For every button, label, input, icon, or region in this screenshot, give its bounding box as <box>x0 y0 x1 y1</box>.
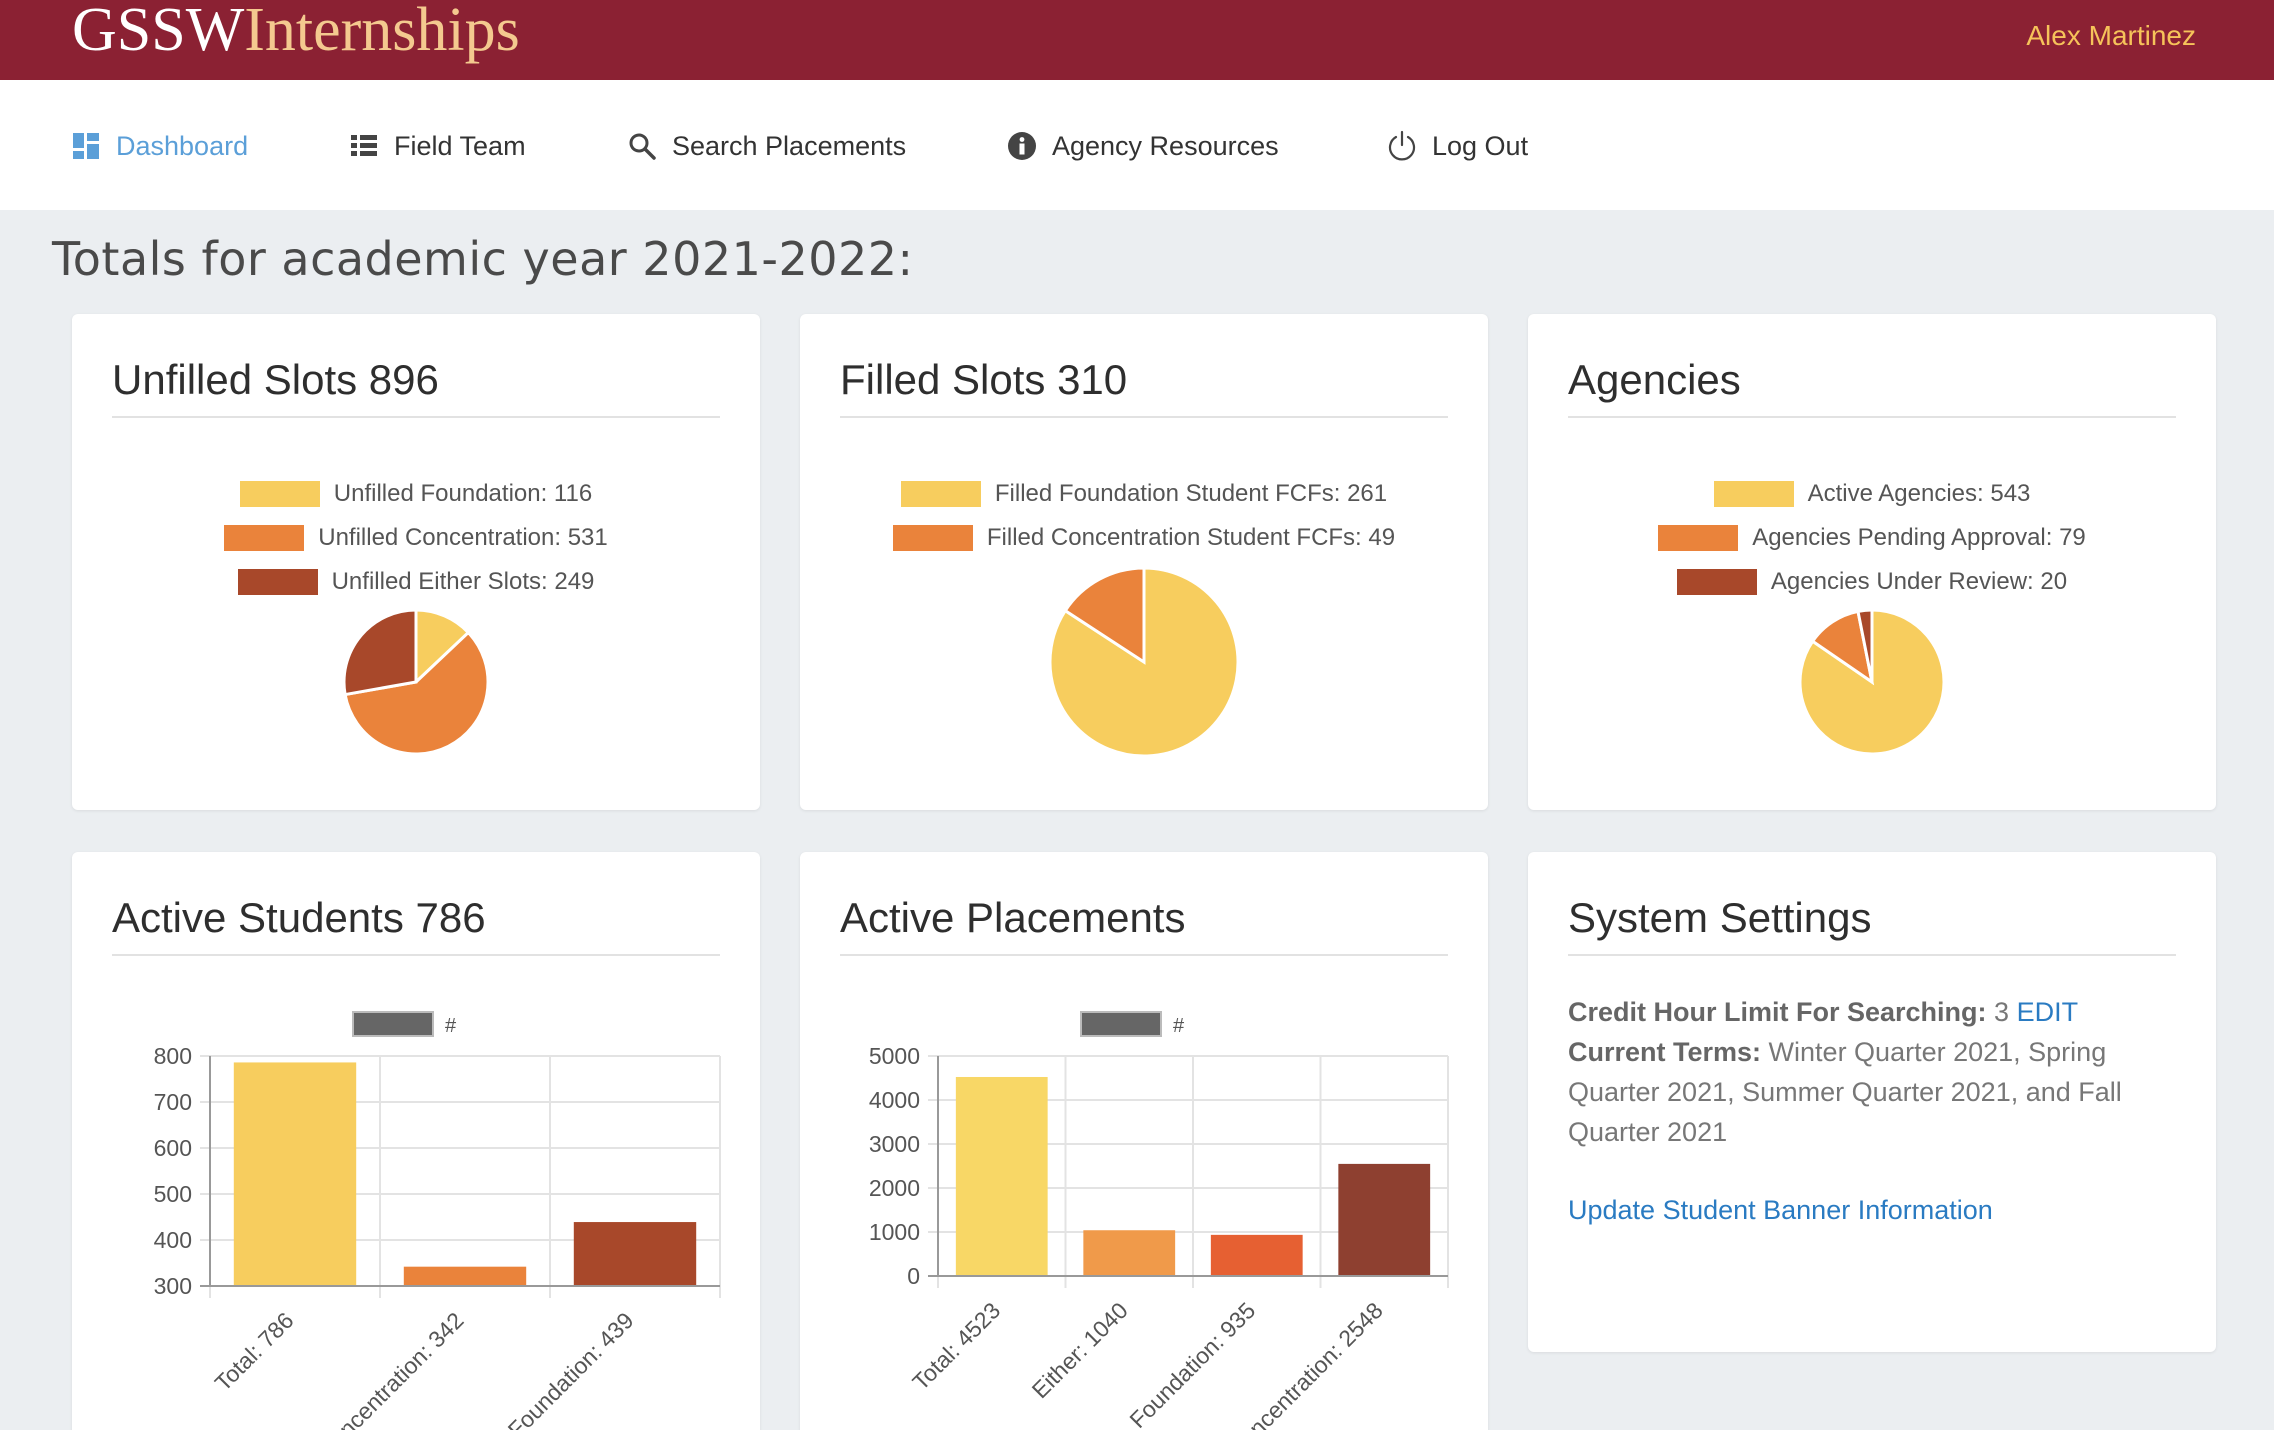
unfilled-pie-chart <box>342 608 490 756</box>
y-tick-label: 5000 <box>869 1043 920 1069</box>
x-tick-label: Total: 4523 <box>907 1297 1005 1395</box>
bar[interactable] <box>1210 1234 1303 1276</box>
bar[interactable] <box>1083 1230 1176 1276</box>
y-tick-label: 4000 <box>869 1087 920 1113</box>
pie-slice[interactable] <box>342 608 418 697</box>
y-tick-label: 700 <box>154 1089 192 1115</box>
y-tick-label: 2000 <box>869 1175 920 1201</box>
x-tick-label: Foundation: 935 <box>1124 1297 1260 1430</box>
bar[interactable] <box>1338 1163 1431 1276</box>
unfilled-slots-card: Unfilled Slots 896 Unfilled Foundation: … <box>72 314 760 810</box>
info-icon <box>1006 130 1038 162</box>
x-tick-label: Foundation: 439 <box>503 1307 639 1430</box>
user-name[interactable]: Alex Martinez <box>2026 18 2196 54</box>
active-placements-bar-chart: #5000 4000 3000 2000 1000 0 Total: 4523 Either:… <box>869 1011 1449 1430</box>
page-title: Totals for academic year 2021-2022: <box>52 232 914 286</box>
brand-part1: GSSW <box>72 0 245 64</box>
edit-credit-hour-link[interactable]: EDIT <box>2017 997 2079 1027</box>
legend-label: # <box>445 1015 457 1037</box>
y-tick-label: 600 <box>154 1135 192 1161</box>
nav-agency-resources-label: Agency Resources <box>1052 130 1279 161</box>
dashboard-icon <box>70 130 102 162</box>
credit-hour-setting: Credit Hour Limit For Searching: 3 EDIT <box>1568 992 2188 1032</box>
nav-search-placements[interactable]: Search Placements <box>626 126 906 166</box>
active-placements-card: Active Placements #5000 4000 3000 2000 1000 0… <box>800 852 1488 1430</box>
settings-content: Credit Hour Limit For Searching: 3 EDIT … <box>1568 992 2188 1230</box>
search-icon <box>626 130 658 162</box>
nav-log-out-label: Log Out <box>1432 130 1529 161</box>
current-terms-setting: Current Terms: Winter Quarter 2021, Spri… <box>1568 1032 2188 1152</box>
system-settings-title: System Settings <box>1568 894 2176 956</box>
y-tick-label: 300 <box>154 1273 192 1299</box>
agencies-card: Agencies Active Agencies: 543 Agencies P… <box>1528 314 2216 810</box>
nav-field-team-label: Field Team <box>394 130 526 161</box>
y-tick-label: 1000 <box>869 1219 920 1245</box>
y-tick-label: 0 <box>907 1263 920 1289</box>
top-bar: GSSWInternships Alex Martinez <box>0 0 2274 80</box>
nav-dashboard[interactable]: Dashboard <box>70 126 248 166</box>
legend-swatch <box>1080 1011 1162 1037</box>
y-tick-label: 800 <box>154 1043 192 1069</box>
x-tick-label: Either: 1040 <box>1027 1297 1133 1403</box>
update-banner-link[interactable]: Update Student Banner Information <box>1568 1190 2188 1230</box>
y-tick-label: 3000 <box>869 1131 920 1157</box>
system-settings-card: System Settings Credit Hour Limit For Se… <box>1528 852 2216 1352</box>
active-students-card: Active Students 786 #800 700 600 500 400 300 T… <box>72 852 760 1430</box>
nav-dashboard-label: Dashboard <box>116 130 249 161</box>
y-tick-label: 500 <box>154 1181 192 1207</box>
credit-hour-value: 3 <box>1986 997 2017 1027</box>
y-tick-label: 400 <box>154 1227 192 1253</box>
nav-log-out[interactable]: Log Out <box>1386 126 1528 166</box>
active-students-bar-chart: #800 700 600 500 400 300 Total: 786 Concentrati… <box>154 1011 721 1430</box>
bar[interactable] <box>403 1266 527 1286</box>
bar[interactable] <box>955 1076 1048 1276</box>
legend-swatch <box>352 1011 434 1037</box>
x-tick-label: Concentration: 342 <box>313 1307 469 1430</box>
bar[interactable] <box>233 1062 357 1286</box>
list-icon <box>348 130 380 162</box>
current-terms-label: Current Terms: <box>1568 1037 1762 1067</box>
brand-logo[interactable]: GSSWInternships <box>72 0 520 66</box>
filled-pie-chart <box>1048 566 1240 758</box>
nav-agency-resources[interactable]: Agency Resources <box>1006 126 1279 166</box>
nav-search-placements-label: Search Placements <box>672 130 907 161</box>
power-icon <box>1386 130 1418 162</box>
nav-bar: Dashboard Field Team Search Placements A… <box>0 80 2274 210</box>
agencies-pie-chart <box>1798 608 1946 756</box>
bar[interactable] <box>573 1222 697 1286</box>
legend-label: # <box>1173 1015 1185 1037</box>
brand-part2: Internships <box>244 0 520 64</box>
credit-hour-label: Credit Hour Limit For Searching: <box>1568 997 1987 1027</box>
nav-field-team[interactable]: Field Team <box>348 126 526 166</box>
x-tick-label: Total: 786 <box>210 1307 299 1396</box>
filled-slots-card: Filled Slots 310 Filled Foundation Stude… <box>800 314 1488 810</box>
